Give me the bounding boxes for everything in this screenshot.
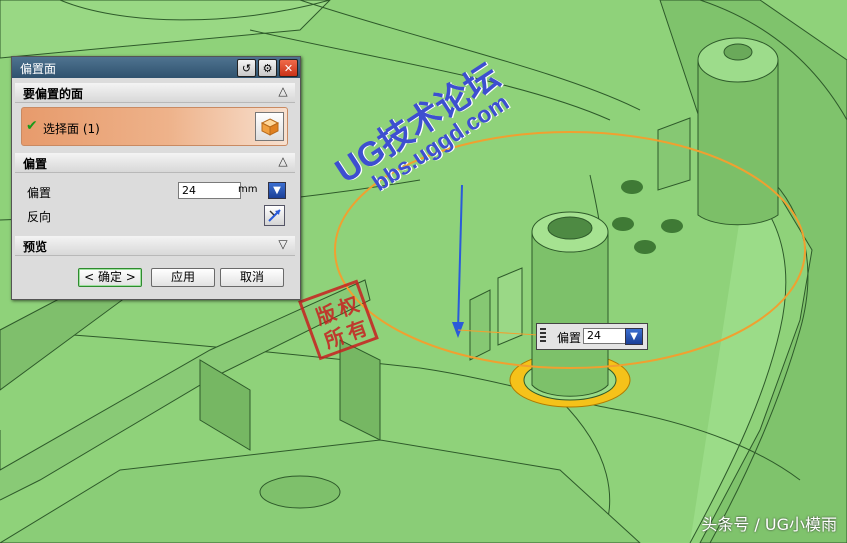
settings-gear-icon[interactable]: ⚙ — [258, 59, 277, 77]
offset-unit: mm — [238, 184, 258, 195]
face-select-cube-icon[interactable] — [255, 112, 284, 141]
collapse-chevron-up-icon[interactable]: △ — [275, 154, 291, 170]
expand-chevron-down-icon[interactable]: ▽ — [275, 237, 291, 253]
apply-button[interactable]: 应用 — [151, 268, 215, 287]
section-faces-to-offset[interactable]: 要偏置的面 △ — [15, 83, 295, 103]
reverse-direction-icon[interactable] — [264, 205, 285, 226]
ok-button[interactable]: < 确定 > — [78, 268, 142, 287]
dialog-title: 偏置面 — [20, 62, 57, 76]
cancel-button[interactable]: 取消 — [220, 268, 284, 287]
select-face-label: 选择面 (1) — [43, 122, 100, 136]
drag-grip-icon[interactable] — [540, 328, 546, 343]
select-face-row[interactable]: ✔ 选择面 (1) — [21, 107, 288, 146]
section-preview[interactable]: 预览 ▽ — [15, 236, 295, 256]
close-icon[interactable]: ✕ — [279, 59, 298, 77]
section-offset[interactable]: 偏置 △ — [15, 153, 295, 173]
section-faces-label: 要偏置的面 — [23, 87, 84, 101]
floating-offset-value-input[interactable]: 24 — [583, 328, 628, 344]
floating-offset-label: 偏置 — [557, 331, 582, 345]
offset-value-input[interactable]: 24 — [178, 182, 241, 199]
collapse-chevron-up-icon[interactable]: △ — [275, 84, 291, 100]
section-preview-label: 预览 — [23, 240, 48, 254]
reverse-label: 反向 — [27, 210, 52, 224]
offset-face-dialog: 偏置面 ↺ ⚙ ✕ 要偏置的面 △ ✔ 选择面 (1) 偏置 △ 偏置 24 m… — [11, 56, 301, 300]
check-icon: ✔ — [26, 118, 38, 134]
offset-label: 偏置 — [27, 186, 52, 200]
dialog-titlebar[interactable]: 偏置面 ↺ ⚙ ✕ — [12, 57, 300, 78]
floating-dropdown-arrow-icon[interactable]: ▼ — [625, 328, 643, 345]
offset-floating-input: 偏置 24 ▼ — [536, 323, 648, 350]
section-offset-label: 偏置 — [23, 157, 48, 171]
offset-dropdown-arrow-icon[interactable]: ▼ — [268, 182, 286, 199]
reset-icon[interactable]: ↺ — [237, 59, 256, 77]
footer-credit: 头条号 / UG小模雨 — [701, 515, 837, 534]
